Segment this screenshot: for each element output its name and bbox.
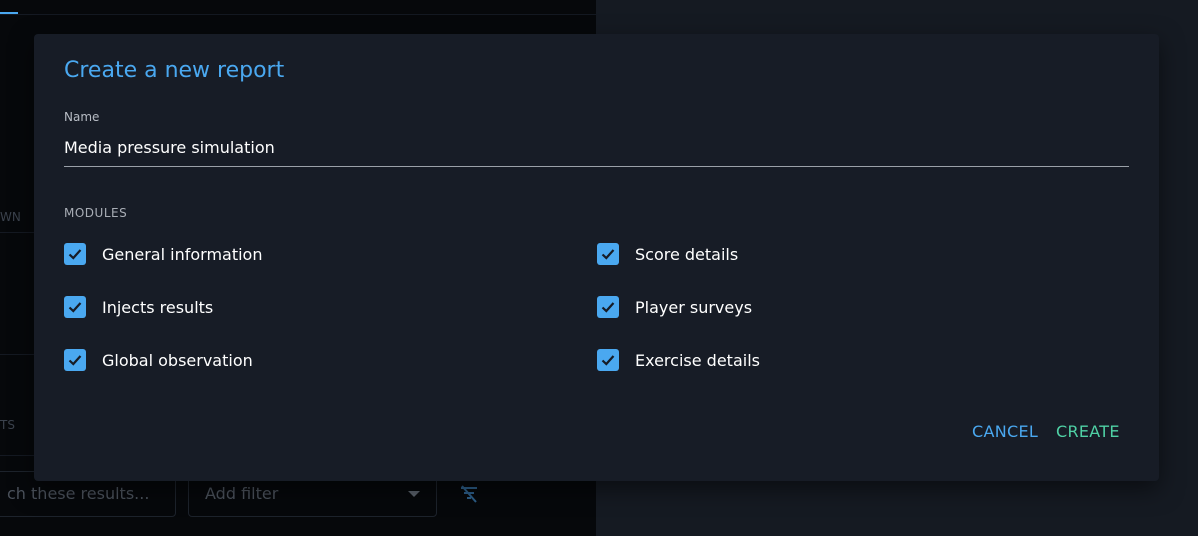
- module-label: Player surveys: [635, 297, 753, 317]
- checkbox-checked-icon[interactable]: [64, 243, 86, 265]
- checkbox-checked-icon[interactable]: [64, 296, 86, 318]
- module-general-information[interactable]: General information: [64, 241, 262, 267]
- filter-off-icon[interactable]: [458, 483, 480, 505]
- module-exercise-details[interactable]: Exercise details: [597, 347, 760, 373]
- module-global-observation[interactable]: Global observation: [64, 347, 253, 373]
- checkbox-checked-icon[interactable]: [64, 349, 86, 371]
- create-report-dialog: Create a new report Name Media pressure …: [34, 34, 1159, 481]
- background-search-placeholder: ch these results...: [7, 484, 150, 503]
- module-label: Score details: [635, 244, 739, 264]
- module-label: Exercise details: [635, 350, 760, 370]
- checkbox-checked-icon[interactable]: [597, 349, 619, 371]
- dialog-title: Create a new report: [64, 58, 285, 83]
- background-divider: [0, 14, 596, 15]
- module-label: Global observation: [102, 350, 253, 370]
- caret-down-icon: [408, 491, 420, 497]
- cancel-button[interactable]: CANCEL: [972, 422, 1038, 441]
- checkbox-checked-icon[interactable]: [597, 243, 619, 265]
- checkbox-checked-icon[interactable]: [597, 296, 619, 318]
- module-score-details[interactable]: Score details: [597, 241, 738, 267]
- background-text-fragment: WN: [0, 210, 21, 224]
- module-injects-results[interactable]: Injects results: [64, 294, 213, 320]
- name-field[interactable]: Media pressure simulation: [64, 135, 1129, 167]
- background-filter-placeholder: Add filter: [205, 484, 279, 503]
- create-button[interactable]: CREATE: [1056, 422, 1120, 441]
- module-player-surveys[interactable]: Player surveys: [597, 294, 752, 320]
- modules-section-label: MODULES: [64, 206, 128, 220]
- name-field-label: Name: [64, 110, 100, 124]
- module-label: General information: [102, 244, 263, 264]
- background-text-fragment: TS: [0, 418, 15, 432]
- module-label: Injects results: [102, 297, 214, 317]
